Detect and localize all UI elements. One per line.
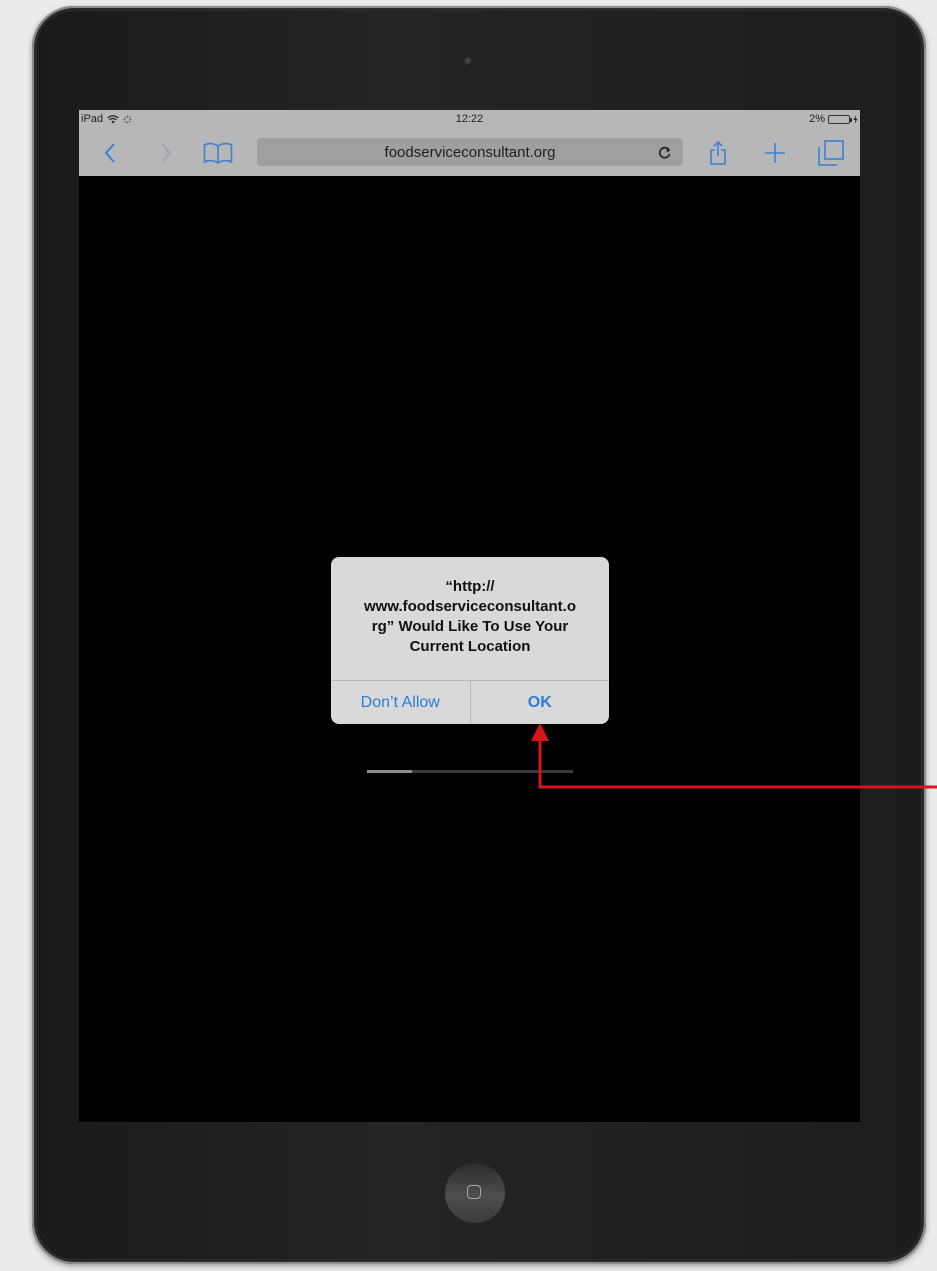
status-bar: iPad 12:22 2% <box>79 110 860 130</box>
url-text[interactable]: foodserviceconsultant.org <box>257 144 683 161</box>
chevron-right-icon <box>161 143 172 163</box>
back-button[interactable] <box>97 130 123 176</box>
ok-button[interactable]: OK <box>469 681 610 724</box>
chevron-left-icon <box>104 143 115 163</box>
new-tab-button[interactable] <box>762 130 788 176</box>
share-button[interactable] <box>706 130 730 176</box>
battery-icon <box>828 114 852 124</box>
location-permission-dialog: “http:// www.foodserviceconsultant.o rg”… <box>331 557 609 724</box>
status-right: 2% <box>809 113 858 125</box>
share-icon <box>710 141 726 165</box>
bookmarks-button[interactable] <box>201 130 235 176</box>
ipad-screen: iPad 12:22 2% foodserviceconsultant.org … <box>79 110 860 1122</box>
home-button[interactable] <box>445 1163 505 1223</box>
battery-percent: 2% <box>809 113 825 125</box>
dialog-title: “http:// www.foodserviceconsultant.o rg”… <box>339 577 601 657</box>
page-load-progress-bar <box>367 770 573 773</box>
dont-allow-button[interactable]: Don’t Allow <box>331 681 470 724</box>
book-icon <box>203 142 233 164</box>
address-bar[interactable]: foodserviceconsultant.org <box>257 138 683 166</box>
reload-button[interactable] <box>657 142 673 167</box>
front-camera <box>464 57 473 66</box>
dialog-title-text: “http:// www.foodserviceconsultant.o rg”… <box>364 578 576 655</box>
tabs-button[interactable] <box>816 130 846 176</box>
reload-icon <box>658 146 671 159</box>
page-load-progress-fill <box>367 770 413 773</box>
forward-button[interactable] <box>153 130 179 176</box>
dialog-buttons: Don’t Allow OK <box>331 680 609 724</box>
home-square-icon <box>467 1185 481 1199</box>
plus-icon <box>765 143 785 163</box>
tabs-icon <box>818 140 844 166</box>
charging-icon <box>853 114 858 124</box>
browser-toolbar: foodserviceconsultant.org <box>79 130 860 176</box>
status-time: 12:22 <box>455 113 484 125</box>
